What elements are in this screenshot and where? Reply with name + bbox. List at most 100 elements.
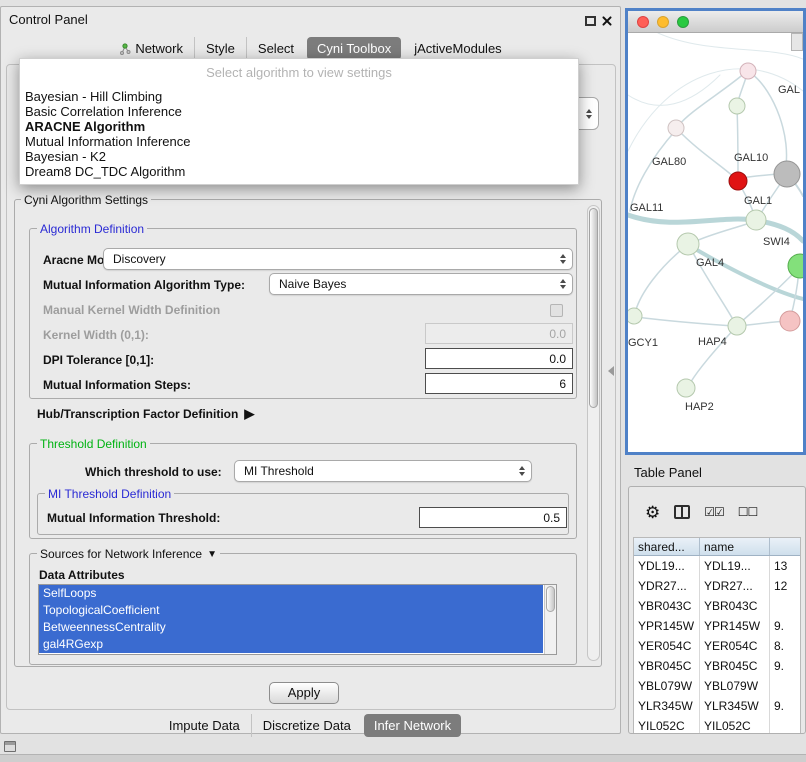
mi-steps-label: Mutual Information Steps: xyxy=(43,378,191,392)
tab-impute-data[interactable]: Impute Data xyxy=(158,714,251,737)
tab-cyni-toolbox[interactable]: Cyni Toolbox xyxy=(307,37,401,60)
manual-kernel-width-label: Manual Kernel Width Definition xyxy=(43,303,220,317)
mi-threshold-label: Mutual Information Threshold: xyxy=(47,511,220,525)
algorithm-option-bayesian-k2[interactable]: Bayesian - K2 xyxy=(20,149,578,164)
table-row[interactable]: YBL079WYBL079W xyxy=(634,676,800,696)
algorithm-option-basic-correlation-inference[interactable]: Basic Correlation Inference xyxy=(20,104,578,119)
close-traffic-light-icon[interactable] xyxy=(637,16,649,28)
mi-algorithm-type-select[interactable]: Naive Bayes xyxy=(269,273,573,295)
algorithm-option-aracne-algorithm[interactable]: ARACNE Algorithm xyxy=(20,119,578,134)
table-row[interactable]: YER054CYER054C8. xyxy=(634,636,800,656)
aracne-mode-select[interactable]: Discovery xyxy=(103,248,573,270)
column-header-shared[interactable]: shared... xyxy=(634,538,700,555)
table-cell: YBR043C xyxy=(634,596,700,616)
algorithm-option-bayesian-hill-climbing[interactable]: Bayesian - Hill Climbing xyxy=(20,89,578,104)
select-all-columns-icon[interactable]: ☑☑ xyxy=(704,505,724,519)
mi-threshold-field[interactable] xyxy=(419,507,567,528)
table-cell: YBR045C xyxy=(700,656,770,676)
table-row[interactable]: YDR27...YDR27...12 xyxy=(634,576,800,596)
gear-icon[interactable]: ⚙ xyxy=(645,504,660,521)
algorithm-option-dream8-dc-tdc-algorithm[interactable]: Dream8 DC_TDC Algorithm xyxy=(20,164,578,179)
table-row[interactable]: YDL19...YDL19...13 xyxy=(634,556,800,576)
tab-infer-network[interactable]: Infer Network xyxy=(364,714,461,737)
tab-jactivemodules[interactable]: jActiveModules xyxy=(403,37,512,60)
node-label-gal1: GAL1 xyxy=(744,195,772,207)
network-window-titlebar[interactable] xyxy=(628,11,803,33)
network-node[interactable] xyxy=(668,120,684,136)
scrollbar-thumb[interactable] xyxy=(589,208,598,408)
bottom-window-edge xyxy=(0,754,806,762)
network-scrollbar-stub[interactable] xyxy=(791,33,803,51)
data-attribute-selfloops[interactable]: SelfLoops xyxy=(39,585,543,602)
network-node[interactable] xyxy=(780,311,800,331)
close-panel-icon[interactable] xyxy=(601,15,613,27)
network-node[interactable] xyxy=(729,172,747,190)
tab-style[interactable]: Style xyxy=(194,37,246,60)
table-body: YDL19...YDL19...13YDR27...YDR27...12YBR0… xyxy=(634,556,800,733)
mi-steps-field[interactable] xyxy=(425,373,573,394)
network-node[interactable] xyxy=(774,161,800,187)
which-threshold-select[interactable]: MI Threshold xyxy=(234,460,532,482)
table-cell: 12 xyxy=(770,576,800,596)
combo-arrows-icon xyxy=(560,254,566,264)
table-row[interactable]: YBR045CYBR045C9. xyxy=(634,656,800,676)
table-cell: YER054C xyxy=(634,636,700,656)
dpi-tolerance-field[interactable] xyxy=(425,348,573,369)
selected-value: MI Threshold xyxy=(244,464,314,478)
group-title: Algorithm Definition xyxy=(37,222,147,236)
combo-arrows-icon xyxy=(560,279,566,289)
network-canvas[interactable]: GAL80GAL10GAL11GAL1SWI4GAL4GCY1HAP4HAP2G… xyxy=(628,33,803,452)
float-panel-icon[interactable] xyxy=(585,16,596,26)
network-node[interactable] xyxy=(628,308,642,324)
network-node[interactable] xyxy=(740,63,756,79)
table-cell: YPR145W xyxy=(634,616,700,636)
table-row[interactable]: YBR043CYBR043C xyxy=(634,596,800,616)
table-cell: 13 xyxy=(770,556,800,576)
network-node[interactable] xyxy=(677,233,699,255)
tab-network[interactable]: Network xyxy=(108,37,194,60)
table-cell: YDL19... xyxy=(700,556,770,576)
network-node[interactable] xyxy=(728,317,746,335)
table-cell: YPR145W xyxy=(700,616,770,636)
network-node[interactable] xyxy=(677,379,695,397)
kernel-width-label: Kernel Width (0,1): xyxy=(43,328,149,342)
column-layout-icon[interactable] xyxy=(674,505,690,519)
panel-splitter-collapse-icon[interactable] xyxy=(608,366,614,376)
table-cell: YBR043C xyxy=(700,596,770,616)
data-attribute-betweennesscentrality[interactable]: BetweennessCentrality xyxy=(39,619,543,636)
column-header-name[interactable]: name xyxy=(700,538,770,555)
tab-discretize-data[interactable]: Discretize Data xyxy=(251,714,362,737)
group-title: Cyni Algorithm Settings xyxy=(21,193,151,207)
apply-button[interactable]: Apply xyxy=(269,682,339,704)
network-edge xyxy=(737,107,738,179)
data-attributes-list: SelfLoopsTopologicalCoefficientBetweenne… xyxy=(38,584,557,655)
node-label-gal: GAL xyxy=(778,84,800,96)
zoom-traffic-light-icon[interactable] xyxy=(677,16,689,28)
network-edge xyxy=(690,246,803,299)
data-attribute-gal4rgexp[interactable]: gal4RGexp xyxy=(39,636,543,653)
table-cell xyxy=(770,596,800,616)
deselect-all-columns-icon[interactable]: ☐☐ xyxy=(738,505,758,519)
group-title: MI Threshold Definition xyxy=(45,487,174,501)
column-header-col2[interactable] xyxy=(770,538,800,555)
table-row[interactable]: YIL052CYIL052C xyxy=(634,716,800,733)
minimized-panel-icon[interactable] xyxy=(4,741,16,752)
network-node[interactable] xyxy=(729,98,745,114)
network-node[interactable] xyxy=(788,254,803,278)
sources-section[interactable]: Sources for Network Inference ▼ xyxy=(37,547,220,561)
selected-value: Discovery xyxy=(113,252,166,266)
table-panel: ⚙ ☑☑ ☐☐ shared...name YDL19...YDL19...13… xyxy=(628,486,806,734)
hub-transcription-factor-section[interactable]: Hub/Transcription Factor Definition ▶ xyxy=(37,406,254,422)
table-header-row: shared...name xyxy=(634,538,800,556)
minimize-traffic-light-icon[interactable] xyxy=(657,16,669,28)
combo-arrows-icon xyxy=(586,109,592,119)
tab-select[interactable]: Select xyxy=(246,37,305,60)
algorithm-option-mutual-information-inference[interactable]: Mutual Information Inference xyxy=(20,134,578,149)
data-attribute-topologicalcoefficient[interactable]: TopologicalCoefficient xyxy=(39,602,543,619)
table-cell: YBR045C xyxy=(634,656,700,676)
tab-label: Cyni Toolbox xyxy=(317,41,391,56)
network-node[interactable] xyxy=(746,210,766,230)
table-row[interactable]: YLR345WYLR345W9. xyxy=(634,696,800,716)
scrollbar-thumb[interactable] xyxy=(546,586,555,612)
table-row[interactable]: YPR145WYPR145W9. xyxy=(634,616,800,636)
